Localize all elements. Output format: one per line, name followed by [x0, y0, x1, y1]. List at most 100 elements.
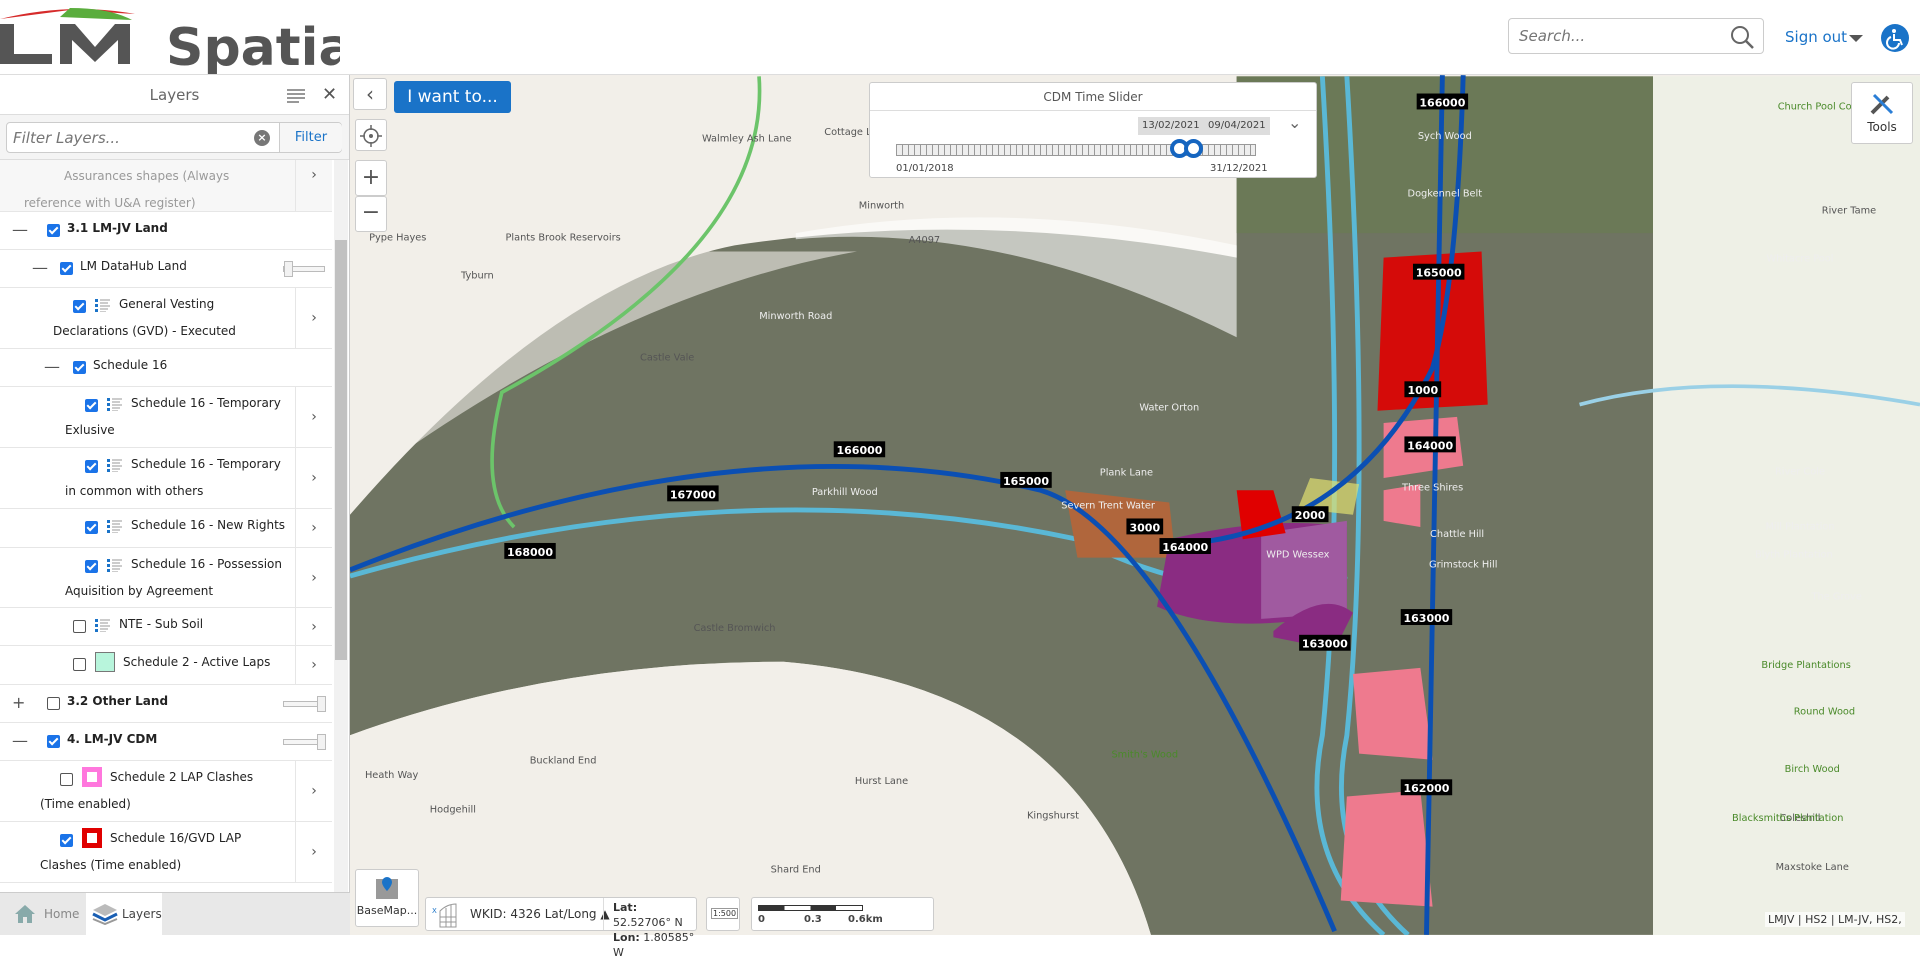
basemap-button[interactable]: BaseMap...	[355, 869, 419, 927]
clear-filter-icon[interactable]: ×	[254, 130, 270, 146]
locate-button[interactable]	[355, 119, 387, 151]
layer-row[interactable]: — 4. LM-JV CDM	[0, 723, 332, 761]
chainage-label: 168000	[504, 542, 556, 559]
layer-row[interactable]: Assurances shapes (Always reference with…	[0, 160, 332, 212]
layer-checkbox[interactable]	[60, 262, 73, 275]
svg-text:165000: 165000	[1416, 267, 1462, 280]
map-place-label: WPD Wessex	[1266, 550, 1329, 561]
svg-text:1000: 1000	[1407, 384, 1438, 397]
close-icon[interactable]: ✕	[322, 75, 337, 115]
collapse-icon[interactable]: —	[12, 220, 28, 239]
layer-row[interactable]: Schedule 16/GVD LAP Clashes (Time enable…	[0, 822, 332, 883]
layer-checkbox[interactable]	[47, 224, 60, 237]
layer-details-chevron-icon[interactable]: ›	[295, 160, 332, 211]
layer-row[interactable]: — 3.1 LM-JV Land	[0, 212, 332, 250]
chainage-label: 163000	[1400, 609, 1453, 626]
sign-out-link[interactable]: Sign out	[1785, 28, 1847, 46]
tools-button[interactable]: Tools	[1851, 82, 1913, 144]
chainage-label: 165000	[1000, 471, 1052, 488]
layer-checkbox[interactable]	[73, 658, 86, 671]
basemap-label: BaseMap...	[356, 904, 418, 917]
layer-row[interactable]: NTE - Sub Soil ›	[0, 608, 332, 646]
layer-row[interactable]: Schedule 16 - Temporary Exlusive ›	[0, 387, 332, 448]
collapse-icon[interactable]: —	[32, 258, 48, 277]
layer-checkbox[interactable]	[85, 521, 98, 534]
lm-spatial-logo: Spatial	[0, 8, 340, 74]
tools-label: Tools	[1867, 120, 1897, 134]
layer-details-chevron-icon[interactable]: ›	[295, 822, 332, 882]
map-place-label: Hodgehill	[430, 804, 476, 815]
svg-text:164000: 164000	[1407, 439, 1453, 452]
layer-row[interactable]: General Vesting Declarations (GVD) - Exe…	[0, 288, 332, 349]
search-input[interactable]	[1519, 19, 1719, 53]
layer-checkbox[interactable]	[73, 620, 86, 633]
layer-details-chevron-icon[interactable]: ›	[295, 548, 332, 607]
opacity-slider[interactable]	[283, 734, 326, 750]
map-place-label: Dogkennel Belt	[1408, 188, 1483, 199]
layer-details-chevron-icon[interactable]: ›	[295, 646, 332, 684]
legend-list-icon[interactable]	[107, 519, 123, 533]
map-place-label: River Tame	[1822, 206, 1876, 217]
layer-row[interactable]: +3.2 Other Land	[0, 685, 332, 723]
map-canvas[interactable]: Walmley Ash Lane Minworth Pype Hayes Tyburn…	[350, 75, 1920, 935]
accessibility-icon[interactable]	[1881, 24, 1909, 52]
collapse-slider-chevron-icon[interactable]: ⌄	[1288, 113, 1301, 132]
scale-icon: 1:500	[711, 908, 739, 919]
layer-tree-scrollbar[interactable]	[334, 160, 348, 892]
filter-button[interactable]: Filter	[279, 123, 342, 152]
zoom-in-button[interactable]: +	[355, 160, 387, 196]
map-place-label: Blyth Plantation	[1755, 550, 1833, 561]
user-menu-caret-icon[interactable]	[1849, 35, 1863, 42]
svg-text:162000: 162000	[1403, 782, 1449, 795]
tab-layers[interactable]: Layers	[86, 893, 162, 936]
scale-selector-button[interactable]: 1:500	[706, 897, 740, 931]
search-box[interactable]	[1508, 18, 1764, 54]
opacity-slider[interactable]	[283, 696, 326, 712]
search-icon[interactable]	[1729, 24, 1755, 50]
layer-details-chevron-icon[interactable]: ›	[295, 608, 332, 645]
collapse-icon[interactable]: —	[44, 357, 60, 376]
lat-lon-readout: Lat: 52.52706° N Lon: 1.80585° W	[603, 898, 696, 959]
layer-details-chevron-icon[interactable]: ›	[295, 387, 332, 447]
expand-icon[interactable]: +	[12, 693, 25, 712]
layer-details-chevron-icon[interactable]: ›	[295, 288, 332, 348]
layer-label: General Vesting Declarations (GVD) - Exe…	[53, 297, 236, 338]
layer-label: Schedule 16	[93, 358, 168, 372]
layer-checkbox[interactable]	[47, 697, 60, 710]
filter-box: × Filter	[6, 122, 342, 153]
filter-layers-input[interactable]	[13, 123, 253, 152]
layer-row[interactable]: Schedule 16 - New Rights ›	[0, 509, 332, 548]
svg-text:Spatial: Spatial	[166, 18, 340, 74]
map-place-label: Sych Wood	[1418, 131, 1472, 142]
tab-home[interactable]: Home	[0, 893, 86, 936]
layer-label: Schedule 16 - Possession Aquisition by A…	[65, 557, 283, 598]
zoom-out-button[interactable]: −	[355, 196, 387, 232]
coordinate-panel: X WKID: 4326 Lat/Long ▲ Lat: 52.52706° N…	[425, 897, 697, 959]
layer-row[interactable]: — LM DataHub Land	[0, 250, 332, 288]
map-place-label: Tyburn	[460, 270, 494, 281]
layer-details-chevron-icon[interactable]: ›	[295, 761, 332, 821]
layer-details-chevron-icon[interactable]: ›	[295, 448, 332, 508]
legend-list-icon[interactable]	[95, 618, 111, 632]
layer-row[interactable]: — Schedule 16	[0, 349, 332, 387]
layer-details-chevron-icon[interactable]: ›	[295, 509, 332, 547]
svg-text:166000: 166000	[1419, 96, 1465, 109]
collapse-sidebar-button[interactable]: ‹	[353, 78, 387, 110]
i-want-to-button[interactable]: I want to...	[394, 81, 511, 113]
layer-checkbox[interactable]	[47, 735, 60, 748]
opacity-slider[interactable]	[283, 261, 325, 277]
map-place-label: Minworth Road	[759, 311, 832, 322]
layer-row[interactable]: Schedule 2 LAP Clashes (Time enabled) ›	[0, 761, 332, 822]
wkid-selector[interactable]: WKID: 4326 Lat/Long ▲	[470, 907, 610, 921]
coordinate-grid-icon: X	[432, 903, 457, 928]
time-slider-title: CDM Time Slider	[870, 83, 1316, 111]
layer-checkbox[interactable]	[73, 361, 86, 374]
layer-row[interactable]: Schedule 16 - Temporary in common with o…	[0, 448, 332, 509]
layer-row[interactable]: Schedule 2 - Active Laps ›	[0, 646, 332, 685]
layer-label: Schedule 16/GVD LAP Clashes (Time enable…	[40, 831, 242, 872]
menu-icon[interactable]	[287, 89, 305, 103]
map-view[interactable]: Walmley Ash Lane Minworth Pype Hayes Tyburn…	[350, 75, 1920, 935]
scrollbar-thumb[interactable]	[335, 240, 347, 660]
collapse-icon[interactable]: —	[12, 731, 28, 750]
layer-row[interactable]: Schedule 16 - Possession Aquisition by A…	[0, 548, 332, 608]
